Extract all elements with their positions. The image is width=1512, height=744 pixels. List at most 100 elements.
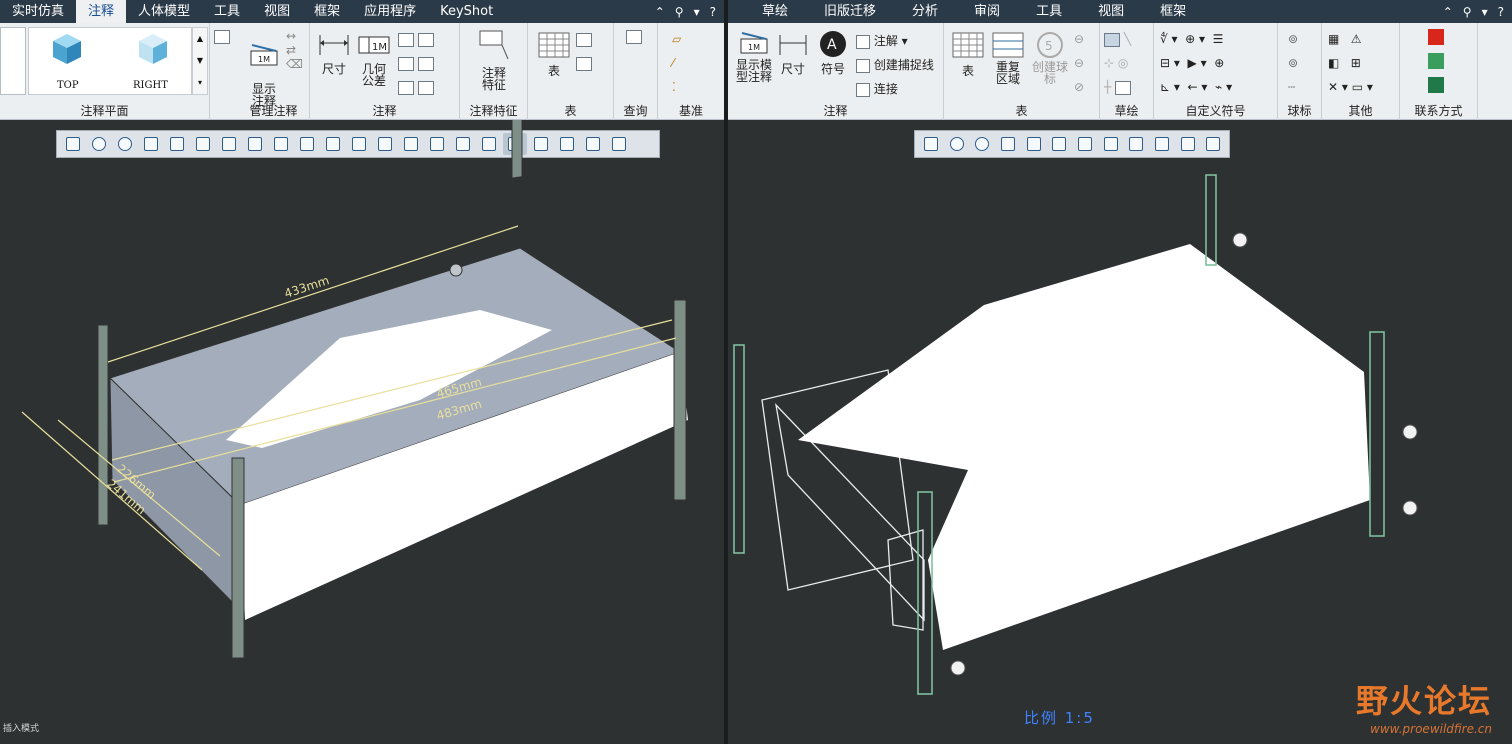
datum-small-icons[interactable]: ▱ ⁄ ⁚ [672,27,681,99]
ref-icon[interactable] [398,80,414,95]
left-window: 实时仿真 注释 人体模型 工具 视图 框架 应用程序 KeyShot ⌃ ⚲ ▾… [0,0,724,744]
other-icons[interactable]: ▦ ⚠ ◧ ⊞ ✕ ▾ ▭ ▾ [1328,27,1373,99]
annotation-feature-label: 注释 特征 [481,66,506,92]
create-balloon-button[interactable]: 5 创建球 标 [1028,31,1072,85]
plane-top-label[interactable]: TOP [57,80,79,91]
watermark-text: 野火论坛 [1355,682,1492,720]
note-icon[interactable] [417,32,434,47]
tab-analysis[interactable]: 分析 [888,0,950,23]
create-balloon-label: 创建球 标 [1031,60,1068,86]
group-label-contact: 联系方式 [1414,104,1463,118]
datum-icon[interactable] [398,32,414,47]
group-datum: ▱ ⁄ ⁚ 基准 [658,23,724,120]
show-model-annotation-icon: 1M [740,32,768,54]
table-button-r[interactable]: 表 [948,31,988,77]
right-ribbon: 1M 显示模 型注释 尺寸 A 符号 注解 ▾ 创建捕捉线 连接 注释 表 重复… [728,23,1512,120]
sketch-icons[interactable]: ╲ ⊹ ◎ ┼ [1104,27,1132,99]
snap-line-item[interactable]: 创建捕捉线 [856,53,934,77]
tab-tools[interactable]: 工具 [202,0,252,23]
annotation-feature-icon [479,30,509,60]
dimension-icon-r [779,35,807,55]
group-query: 查询 [614,23,658,120]
group-label-table-r: 表 [1015,104,1028,118]
search-icon[interactable]: ⚲ [675,5,684,19]
pdf-icon[interactable] [1428,29,1444,45]
collapse-ribbon-icon-r[interactable]: ⌃ [1443,5,1453,19]
group-label-query: 查询 [623,104,648,118]
graduation-cap-icon[interactable]: ▾ [694,5,700,19]
plane-list-edge [0,27,26,95]
annotation-list-r: 注解 ▾ 创建捕捉线 连接 [856,29,934,101]
dim-433[interactable]: 433mm [283,273,331,301]
group-label-manage: 管理注释 [249,104,298,118]
tab-legacy-migration[interactable]: 旧版迁移 [800,0,888,23]
tab-human-model[interactable]: 人体模型 [126,0,202,23]
plane-gallery[interactable]: TOP RIGHT [28,27,192,95]
gallery-scroll[interactable]: ▲ ▼ ▾ [192,27,208,95]
group-contact: 联系方式 [1400,23,1478,120]
group-label-annotation: 注释 [372,104,397,118]
group-annotation-r: 1M 显示模 型注释 尺寸 A 符号 注解 ▾ 创建捕捉线 连接 注释 [728,23,944,120]
svg-text:A: A [827,37,837,53]
tab-frame[interactable]: 框架 [302,0,352,23]
repeat-region-icon [992,32,1024,58]
repeat-region-button[interactable]: 重复 区域 [988,31,1028,85]
tab-realtime-sim[interactable]: 实时仿真 [0,0,76,23]
connect-label: 连接 [873,82,898,96]
table-icon [538,32,570,58]
collapse-ribbon-icon[interactable]: ⌃ [655,5,665,19]
svg-text:1M: 1M [372,42,387,53]
tab-view[interactable]: 视图 [252,0,302,23]
search-icon-r[interactable]: ⚲ [1463,5,1472,19]
table-side-icons[interactable]: ⊖ ⊖ ⊘ [1074,27,1084,99]
group-annot-plane: TOP RIGHT ▲ ▼ ▾ 注释平面 [0,23,210,120]
dimension-label-r: 尺寸 [780,62,805,76]
show-annotation-button[interactable]: 1M 显示 注释 [244,29,284,107]
graduation-cap-icon-r[interactable]: ▾ [1482,5,1488,19]
plane-right-label[interactable]: RIGHT [133,80,168,91]
help-icon-r[interactable]: ? [1498,5,1504,19]
note-item[interactable]: 注解 ▾ [856,29,934,53]
svg-text:5: 5 [1045,39,1053,53]
dimension-button-r[interactable]: 尺寸 [776,31,810,75]
gtol-button[interactable]: 1M 几何 公差 [354,31,394,87]
tab-annotate[interactable]: 注释 [76,0,127,23]
custom-symbol-icons[interactable]: ∜ ▾ ⊕ ▾ ☰ ⊟ ▾ ▶ ▾ ⊕ ⊾ ▾ ← ▾ ⌁ ▾ [1160,27,1232,99]
excel-icon[interactable] [1428,77,1444,93]
group-annotation: 尺寸 1M 几何 公差 注释 [310,23,460,120]
show-model-annotation-button[interactable]: 1M 显示模 型注释 [732,29,776,83]
right-window: 草绘 旧版迁移 分析 审阅 工具 视图 框架 ⌃ ⚲ ▾ ? 1M 显示模 型注… [728,0,1512,744]
watermark: 野火论坛 www.proewildfire.cn [1356,676,1492,736]
surface-finish-icon[interactable] [417,56,434,71]
annotation-small-icons[interactable] [398,27,434,99]
watermark-url: www.proewildfire.cn [1370,722,1492,736]
manage-small-icons[interactable]: ↔ ⇄ ⌫ [286,29,303,71]
right-drawing-area[interactable] [728,120,1512,744]
table-small-icons[interactable] [576,27,592,75]
left-graphics-area[interactable]: 433mm 465mm 483mm 226mm 241mm [0,120,724,744]
tab-keyshot[interactable]: KeyShot [428,0,505,23]
balloon-icons[interactable]: ⊚ ⊚ ┄ [1288,27,1298,99]
image-icon[interactable] [1428,53,1444,69]
symbol-button[interactable]: A 符号 [814,29,852,75]
tab-frame-r[interactable]: 框架 [1136,0,1198,23]
connect-item[interactable]: 连接 [856,77,934,101]
tab-applications[interactable]: 应用程序 [352,0,428,23]
table-button[interactable]: 表 [534,31,574,77]
svg-text:1M: 1M [748,43,760,52]
query-icon[interactable] [626,29,642,44]
plane-options-icon[interactable] [214,29,230,44]
annotation-feature-button[interactable]: 注释 特征 [472,29,516,91]
help-icon[interactable]: ? [710,5,716,19]
tab-view-r[interactable]: 视图 [1074,0,1136,23]
gtol-label: 几何 公差 [361,62,386,88]
symbol-icon[interactable] [417,80,434,95]
dimension-button[interactable]: 尺寸 [314,31,354,75]
tab-tools-r[interactable]: 工具 [1012,0,1074,23]
group-manage-annot: 1M 显示 注释 ↔ ⇄ ⌫ 管理注释 [238,23,310,120]
tab-sketch[interactable]: 草绘 [728,0,800,23]
contact-icons[interactable] [1428,29,1444,101]
tab-review[interactable]: 审阅 [950,0,1012,23]
group-label-datum: 基准 [678,104,703,118]
feature-icon[interactable] [398,56,414,71]
